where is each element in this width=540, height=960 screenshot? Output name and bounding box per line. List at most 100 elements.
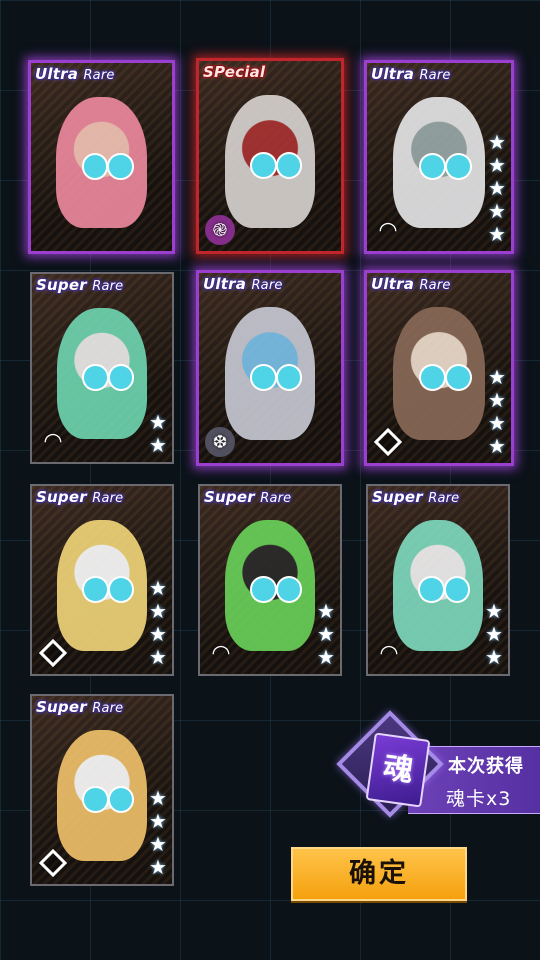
- character-eye: [444, 364, 472, 391]
- confirm-button[interactable]: 确定: [291, 847, 467, 901]
- card-4[interactable]: Super Rare ★ ★ ◠: [30, 272, 174, 464]
- star-icon: ★: [488, 201, 506, 223]
- character-eye: [418, 364, 446, 391]
- rarity-label-main: Super: [372, 488, 423, 506]
- rarity-label-main: Ultra: [371, 65, 415, 83]
- rarity-label-main: Super: [36, 276, 87, 294]
- character-eye: [443, 576, 470, 603]
- card-1[interactable]: Ultra Rare: [28, 60, 175, 254]
- star-rating: ★ ★ ★: [483, 601, 505, 670]
- rarity-label: Ultra Rare: [371, 275, 451, 293]
- star-icon: ★: [149, 578, 167, 600]
- rarity-label-sub: Rare: [260, 491, 292, 506]
- rarity-label: Ultra Rare: [371, 65, 451, 83]
- rarity-label: Ultra Rare: [203, 275, 283, 293]
- rarity-label-main: Super: [36, 698, 87, 716]
- character-eye: [250, 152, 277, 179]
- star-icon: ★: [317, 601, 335, 623]
- rarity-label: Super Rare: [36, 698, 123, 716]
- star-icon: ★: [149, 811, 167, 833]
- character-eye: [107, 786, 134, 813]
- character-eye: [81, 153, 109, 180]
- card-2[interactable]: SPecial ֎: [196, 58, 344, 254]
- character-eye: [275, 576, 302, 603]
- card-8[interactable]: Super Rare ★ ★ ★ ◠: [198, 484, 342, 676]
- rarity-label-main: Ultra: [203, 275, 247, 293]
- rarity-label: Super Rare: [204, 488, 291, 506]
- rarity-label-sub: Rare: [92, 491, 124, 506]
- soul-card-icon: 魂: [365, 732, 431, 808]
- rarity-label-sub: Rare: [83, 68, 115, 83]
- reward-panel: 魂 本次获得 魂卡x3: [336, 710, 540, 826]
- rarity-label-main: Ultra: [35, 65, 79, 83]
- character-eye: [82, 364, 109, 391]
- wifi-icon: ◠: [43, 428, 63, 453]
- star-icon: ★: [488, 413, 506, 435]
- star-icon: ★: [317, 624, 335, 646]
- star-rating: ★ ★ ★: [315, 601, 337, 670]
- rarity-label-sub: Rare: [92, 701, 124, 716]
- rarity-label-sub: Rare: [419, 68, 451, 83]
- card-7[interactable]: Super Rare ★ ★ ★ ★: [30, 484, 174, 676]
- wifi-icon: ◠: [211, 640, 231, 665]
- rarity-label: Super Rare: [36, 488, 123, 506]
- rarity-label-main: Super: [36, 488, 87, 506]
- star-rating: ★ ★ ★ ★: [147, 578, 169, 670]
- rarity-label-main: Ultra: [371, 275, 415, 293]
- star-icon: ★: [488, 390, 506, 412]
- star-icon: ★: [488, 224, 506, 246]
- star-icon: ★: [149, 857, 167, 879]
- character-eye: [444, 153, 472, 180]
- card-6[interactable]: Ultra Rare ★ ★ ★ ★: [364, 270, 514, 466]
- rarity-label: Super Rare: [36, 276, 123, 294]
- rarity-label-sub: Rare: [251, 278, 283, 293]
- star-icon: ★: [149, 647, 167, 669]
- star-icon: ★: [149, 412, 167, 434]
- star-icon: ★: [149, 834, 167, 856]
- character-eye: [418, 576, 445, 603]
- star-icon: ★: [488, 132, 506, 154]
- star-icon: ★: [488, 178, 506, 200]
- star-icon: ★: [149, 788, 167, 810]
- card-3[interactable]: Ultra Rare ★ ★ ★ ★ ★ ◠: [364, 60, 514, 254]
- wifi-icon: ◠: [379, 640, 399, 665]
- star-icon: ★: [485, 601, 503, 623]
- star-icon: ★: [149, 624, 167, 646]
- rarity-label-sub: Rare: [92, 279, 124, 294]
- rarity-label-sub: Rare: [419, 278, 451, 293]
- star-rating: ★ ★ ★ ★: [147, 788, 169, 880]
- card-5[interactable]: Ultra Rare ❆: [196, 270, 344, 466]
- character-eye: [82, 786, 109, 813]
- rarity-label-sub: Rare: [428, 491, 460, 506]
- drop-icon: ❆: [205, 427, 235, 457]
- reward-title: 本次获得: [448, 756, 524, 777]
- star-icon: ★: [317, 647, 335, 669]
- rarity-label: Super Rare: [372, 488, 459, 506]
- spiral-icon: ֎: [205, 215, 235, 245]
- star-rating: ★ ★ ★ ★: [486, 367, 508, 459]
- star-icon: ★: [149, 435, 167, 457]
- character-eye: [82, 576, 109, 603]
- rarity-label: Ultra Rare: [35, 65, 115, 83]
- star-icon: ★: [485, 624, 503, 646]
- character-eye: [275, 364, 303, 391]
- character-eye: [250, 576, 277, 603]
- star-rating: ★ ★: [147, 412, 169, 458]
- star-icon: ★: [488, 367, 506, 389]
- character-eye: [418, 153, 446, 180]
- rarity-label-main: SPecial: [203, 63, 266, 81]
- star-icon: ★: [488, 155, 506, 177]
- character-eye: [107, 153, 134, 180]
- rarity-label-main: Super: [204, 488, 255, 506]
- character-eye: [107, 576, 134, 603]
- card-9[interactable]: Super Rare ★ ★ ★ ◠: [366, 484, 510, 676]
- rarity-label: SPecial: [203, 63, 265, 81]
- star-icon: ★: [485, 647, 503, 669]
- wifi-icon: ◠: [378, 217, 398, 242]
- character-eye: [250, 364, 277, 391]
- card-10[interactable]: Super Rare ★ ★ ★ ★: [30, 694, 174, 886]
- star-icon: ★: [149, 601, 167, 623]
- character-eye: [107, 364, 134, 391]
- reward-count: 魂卡x3: [446, 788, 512, 810]
- star-rating: ★ ★ ★ ★ ★: [486, 132, 508, 247]
